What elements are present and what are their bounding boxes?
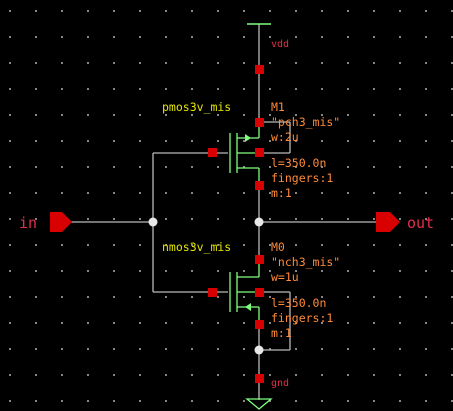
pmos-drain-terminal[interactable] <box>255 181 264 190</box>
pmos-bulk-terminal[interactable] <box>255 148 264 157</box>
pmos-multiplier: m:1 <box>271 186 292 200</box>
nmos-model-name: "nch3_mis" <box>271 255 340 269</box>
pmos-instance-name: M1 <box>271 100 285 114</box>
ground-symbol[interactable] <box>245 398 273 410</box>
pmos-model-name: "pch3_mis" <box>271 115 340 129</box>
gnd-junction <box>254 345 264 355</box>
gnd-net-label: gnd <box>271 378 289 389</box>
input-net-label: in <box>19 214 37 232</box>
pmos-width: w:2u <box>271 130 299 144</box>
nmos-multiplier: m:1 <box>271 326 292 340</box>
wires <box>68 24 378 400</box>
junction-dots <box>148 217 264 355</box>
pmos-source-terminal[interactable] <box>255 118 264 127</box>
input-junction <box>148 217 158 227</box>
output-pin[interactable] <box>376 212 400 232</box>
nmos-instance-name: M0 <box>271 240 285 254</box>
nmos-source-terminal[interactable] <box>255 320 264 329</box>
pmos-fingers: fingers:1 <box>271 171 333 185</box>
pmos-cell-name: pmos3v_mis <box>162 100 231 114</box>
output-net-label: out <box>407 214 434 232</box>
input-pin[interactable] <box>50 212 72 232</box>
pmos-gate-terminal[interactable] <box>208 148 217 157</box>
nmos-width: w=1u <box>271 270 299 284</box>
nmos-fingers: fingers:1 <box>271 311 333 325</box>
output-junction <box>254 217 264 227</box>
pmos-transistor-symbol[interactable] <box>229 122 260 185</box>
nmos-gate-terminal[interactable] <box>208 288 217 297</box>
schematic-canvas[interactable]: vdd gnd in out pmos3v_mis M1 "pch3_mis" … <box>0 0 453 411</box>
nmos-transistor-symbol[interactable] <box>229 260 260 324</box>
gnd-terminal[interactable] <box>255 374 264 383</box>
vdd-terminal[interactable] <box>255 65 264 74</box>
nmos-drain-terminal[interactable] <box>255 255 264 264</box>
vdd-net-label: vdd <box>271 39 289 50</box>
nmos-cell-name: nmos3v_mis <box>162 240 231 254</box>
pmos-length: l=350.0n <box>271 156 326 170</box>
nmos-length: l=350.0n <box>271 296 326 310</box>
nmos-bulk-terminal[interactable] <box>255 288 264 297</box>
